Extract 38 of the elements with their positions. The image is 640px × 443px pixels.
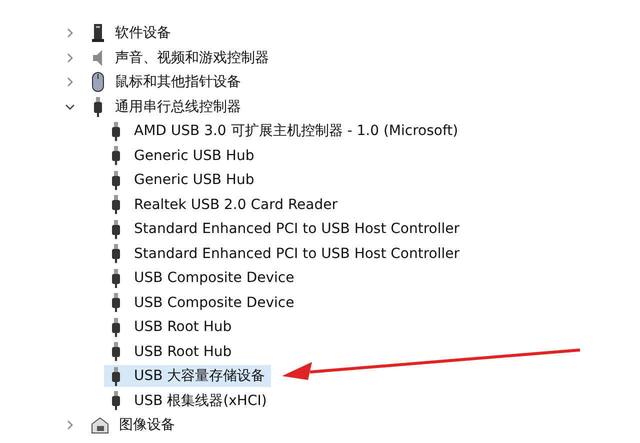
device-item[interactable]: USB 大容量存储设备 <box>104 365 272 388</box>
expand-chevron-icon[interactable] <box>65 420 75 430</box>
category-label[interactable]: 鼠标和其他指针设备 <box>115 73 241 92</box>
device-item[interactable]: AMD USB 3.0 可扩展主机控制器 - 1.0 (Microsoft) <box>104 120 464 142</box>
mouse-icon <box>91 71 105 94</box>
device-item[interactable]: Realtek USB 2.0 Card Reader <box>104 194 344 216</box>
device-item[interactable]: USB Root Hub <box>104 340 238 363</box>
device-item[interactable]: USB Root Hub <box>104 316 238 338</box>
category-label[interactable]: 声音、视频和游戏控制器 <box>115 48 269 67</box>
usb-plug-icon <box>110 244 122 264</box>
usb-plug-icon <box>110 220 122 239</box>
collapse-chevron-icon[interactable] <box>65 102 75 112</box>
device-item[interactable]: USB 根集线器(xHCI) <box>104 390 273 412</box>
device-item[interactable]: USB Composite Device <box>104 292 300 314</box>
usb-plug-icon <box>110 122 122 141</box>
expand-chevron-icon[interactable] <box>65 77 75 88</box>
category-label[interactable]: 通用串行总线控制器 <box>115 98 241 116</box>
expand-chevron-icon[interactable] <box>65 52 75 63</box>
device-item[interactable]: Generic USB Hub <box>104 169 260 192</box>
usb-plug-icon <box>110 170 122 190</box>
expand-chevron-icon[interactable] <box>65 28 75 38</box>
usb-plug-icon <box>110 268 122 288</box>
usb-plug-icon <box>110 391 122 410</box>
device-item[interactable]: Generic USB Hub <box>104 144 260 167</box>
usb-plug-icon <box>110 366 122 386</box>
usb-plug-icon <box>110 195 122 214</box>
device-item[interactable]: Standard Enhanced PCI to USB Host Controller <box>104 242 466 265</box>
usb-plug-icon <box>110 318 122 337</box>
usb-plug-icon <box>110 342 122 362</box>
category-label[interactable]: 图像设备 <box>119 416 175 434</box>
device-icon <box>91 23 105 44</box>
usb-plug-icon <box>91 96 105 117</box>
device-item[interactable]: USB Composite Device <box>104 267 300 290</box>
category-label[interactable]: 软件设备 <box>115 24 171 42</box>
usb-plug-icon <box>110 146 122 166</box>
device-item[interactable]: Standard Enhanced PCI to USB Host Controller <box>104 218 466 240</box>
usb-plug-icon <box>110 293 122 312</box>
speaker-icon <box>91 48 105 68</box>
